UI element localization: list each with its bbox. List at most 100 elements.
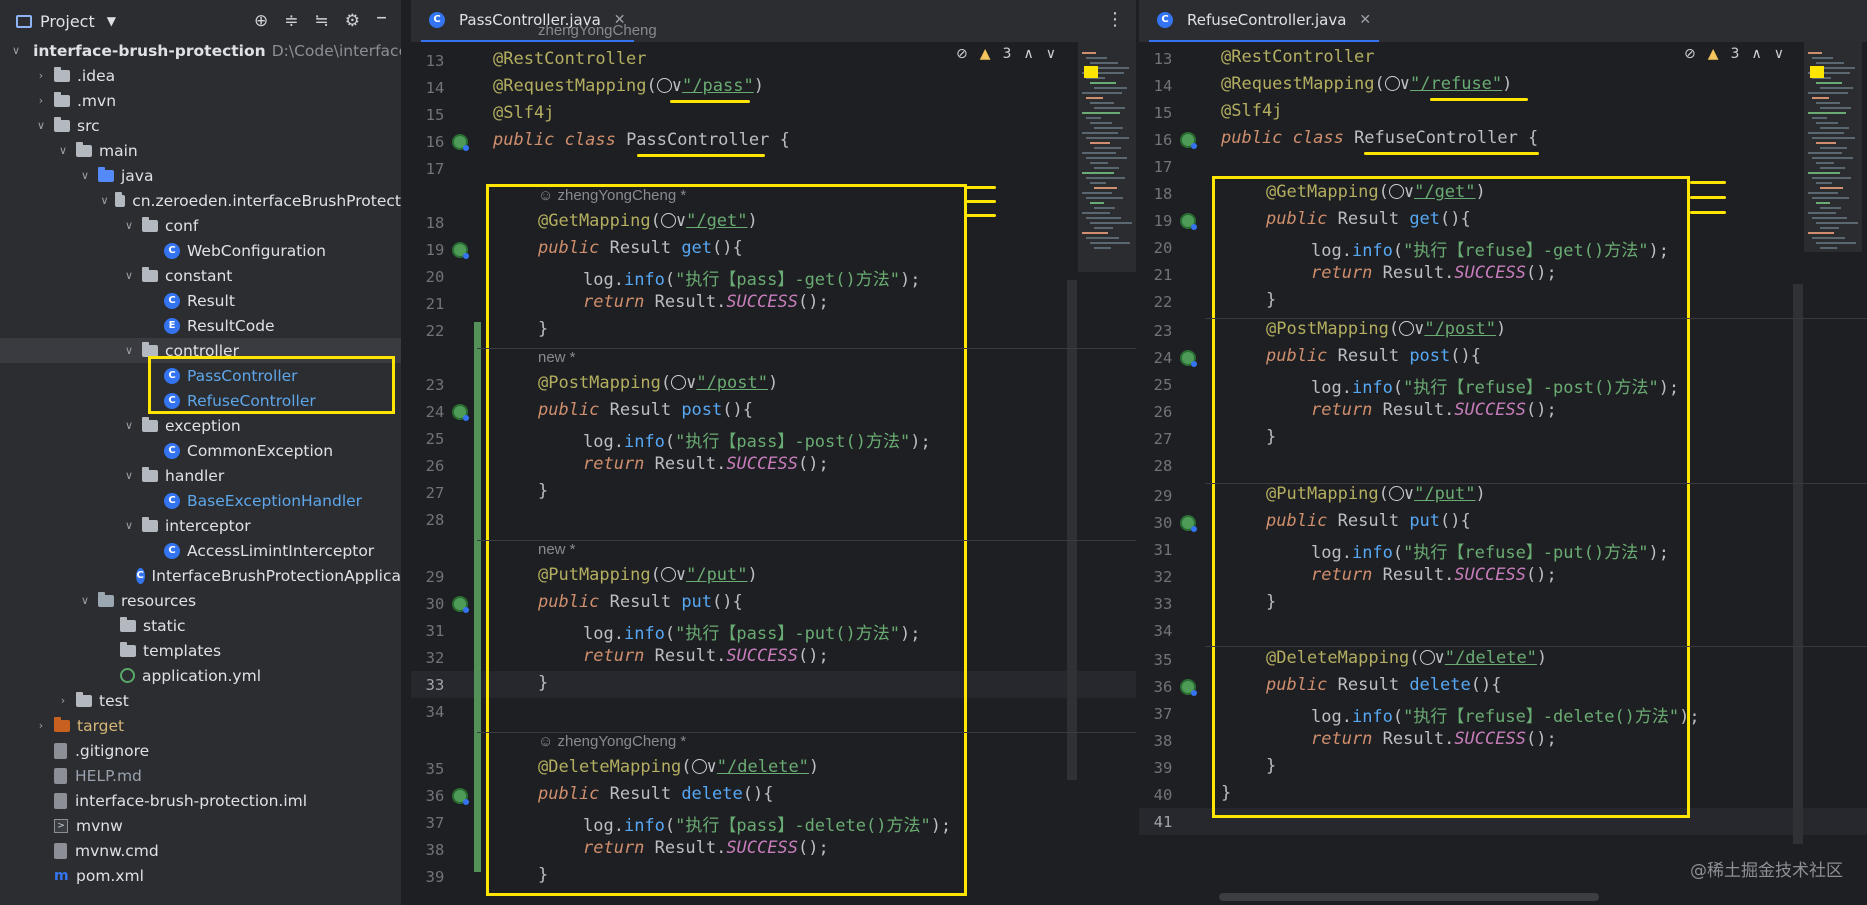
tree-item-interfacebrushprotectionapplica[interactable]: C InterfaceBrushProtectionApplica [0,563,401,588]
code-line[interactable]: @RequestMapping(∨"/pass") [493,76,764,96]
code-line[interactable]: @Slf4j [1221,101,1282,121]
tree-item-conf[interactable]: ∨ conf [0,213,401,238]
line-number[interactable]: 33 [1139,595,1187,613]
code-line[interactable]: return Result.SUCCESS(); [1311,263,1557,283]
chevron-down-icon[interactable]: ∨ [122,219,136,232]
code-line[interactable]: @RestController [1221,47,1375,67]
line-number[interactable]: 31 [411,622,459,640]
tree-item-cn-zeroeden-interfacebrushprotect[interactable]: ∨ cn.zeroeden.interfaceBrushProtect [0,188,401,213]
tree-item-interceptor[interactable]: ∨ interceptor [0,513,401,538]
code-line[interactable]: @RequestMapping(∨"/refuse") [1221,74,1512,94]
code-line[interactable]: public Result put(){ [1266,511,1471,531]
line-number[interactable]: 40 [1139,786,1187,804]
code-line[interactable]: log.info("执行【refuse】-put()方法"); [1311,538,1669,563]
code-line[interactable]: log.info("执行【pass】-delete()方法"); [583,811,951,836]
line-number[interactable]: 37 [411,814,459,832]
expand-all-icon[interactable]: ≑ [284,11,298,31]
vertical-scrollbar[interactable] [1793,284,1803,844]
code-line[interactable]: } [538,319,548,339]
code-line[interactable]: @Slf4j [493,103,554,123]
line-number[interactable]: 21 [1139,266,1187,284]
code-line[interactable]: log.info("执行【refuse】-post()方法"); [1311,373,1679,398]
tree-item-mvn[interactable]: › .mvn [0,88,401,113]
inspection-widget[interactable]: ⊘ ▲ 3 ∧ ∨ [1684,46,1784,62]
globe-icon[interactable] [1399,321,1415,336]
line-number[interactable]: 31 [1139,541,1187,559]
endpoint-gutter-icon[interactable] [1180,679,1197,696]
code-line[interactable]: @GetMapping(∨"/get") [538,211,758,231]
globe-icon[interactable] [656,78,672,93]
code-line[interactable]: @PutMapping(∨"/put") [1266,484,1486,504]
code-line[interactable]: } [1221,783,1231,803]
line-number[interactable]: 34 [411,703,459,721]
reader-mode-icon[interactable]: ⊘ [1684,46,1696,62]
tree-item-result[interactable]: C Result [0,288,401,313]
previous-highlight-icon[interactable]: ∧ [1751,46,1761,62]
line-number[interactable]: 13 [411,52,459,70]
close-icon[interactable]: ✕ [1359,12,1371,28]
tree-item-controller[interactable]: ∨ controller [0,338,401,363]
line-number[interactable]: 25 [411,430,459,448]
line-number[interactable]: 25 [1139,376,1187,394]
line-number[interactable]: 39 [1139,759,1187,777]
chevron-right-icon[interactable]: › [56,694,70,707]
code-line[interactable]: @GetMapping(∨"/get") [1266,182,1486,202]
line-number[interactable]: 38 [1139,732,1187,750]
code-line[interactable]: @PostMapping(∨"/post") [538,373,778,393]
line-number[interactable]: 34 [1139,622,1187,640]
line-number[interactable]: 18 [411,214,459,232]
line-number[interactable]: 35 [411,760,459,778]
endpoint-gutter-icon[interactable] [1180,132,1197,149]
tree-item-resultcode[interactable]: E ResultCode [0,313,401,338]
minimap[interactable] [1078,42,1136,272]
code-line[interactable]: log.info("执行【pass】-post()方法"); [583,427,931,452]
line-number[interactable]: 38 [411,841,459,859]
tree-item-constant[interactable]: ∨ constant [0,263,401,288]
chevron-right-icon[interactable]: › [34,94,48,107]
tree-item-pom-xml[interactable]: m pom.xml [0,863,401,888]
tree-item-main[interactable]: ∨ main [0,138,401,163]
tree-item-exception[interactable]: ∨ exception [0,413,401,438]
endpoint-gutter-icon[interactable] [1180,213,1197,230]
code-line[interactable]: } [1266,427,1276,447]
code-line[interactable]: public Result get(){ [538,238,743,258]
code-line[interactable]: @DeleteMapping(∨"/delete") [538,757,819,777]
code-line[interactable]: return Result.SUCCESS(); [1311,729,1557,749]
line-number[interactable]: 26 [411,457,459,475]
code-line[interactable]: public Result put(){ [538,592,743,612]
code-line[interactable]: @RestController [493,49,647,69]
tree-item-refusecontroller[interactable]: C RefuseController [0,388,401,413]
code-line[interactable]: } [538,673,548,693]
tree-item-target[interactable]: › target [0,713,401,738]
reader-mode-icon[interactable]: ⊘ [956,46,968,62]
chevron-down-icon[interactable]: ∨ [122,419,136,432]
tree-item-idea[interactable]: › .idea [0,63,401,88]
line-number[interactable]: 35 [1139,651,1187,669]
line-number[interactable]: 28 [1139,457,1187,475]
vcs-change-bar[interactable] [474,322,481,872]
globe-icon[interactable] [1388,486,1404,501]
code-line[interactable]: public Result delete(){ [1266,675,1501,695]
code-line[interactable]: } [1266,756,1276,776]
author-hint[interactable]: new * [538,349,576,366]
globe-icon[interactable] [1419,650,1435,665]
globe-icon[interactable] [1384,76,1400,91]
line-number[interactable]: 13 [1139,50,1187,68]
gear-icon[interactable]: ⚙ [345,11,360,31]
line-number[interactable]: 23 [1139,322,1187,340]
line-number[interactable]: 20 [411,268,459,286]
author-hint[interactable]: zhengYongCheng [538,22,657,39]
globe-icon[interactable] [660,213,676,228]
next-highlight-icon[interactable]: ∨ [1774,46,1784,62]
line-number[interactable]: 26 [1139,403,1187,421]
line-number[interactable]: 14 [1139,77,1187,95]
chevron-down-icon[interactable]: ∨ [122,469,136,482]
tree-item-help-md[interactable]: HELP.md [0,763,401,788]
globe-icon[interactable] [660,567,676,582]
tree-item-application-yml[interactable]: application.yml [0,663,401,688]
horizontal-scrollbar[interactable] [1219,893,1599,901]
code-line[interactable]: return Result.SUCCESS(); [583,838,829,858]
endpoint-gutter-icon[interactable] [1180,350,1197,367]
tree-item-webconfiguration[interactable]: C WebConfiguration [0,238,401,263]
code-line[interactable]: @PostMapping(∨"/post") [1266,319,1506,339]
